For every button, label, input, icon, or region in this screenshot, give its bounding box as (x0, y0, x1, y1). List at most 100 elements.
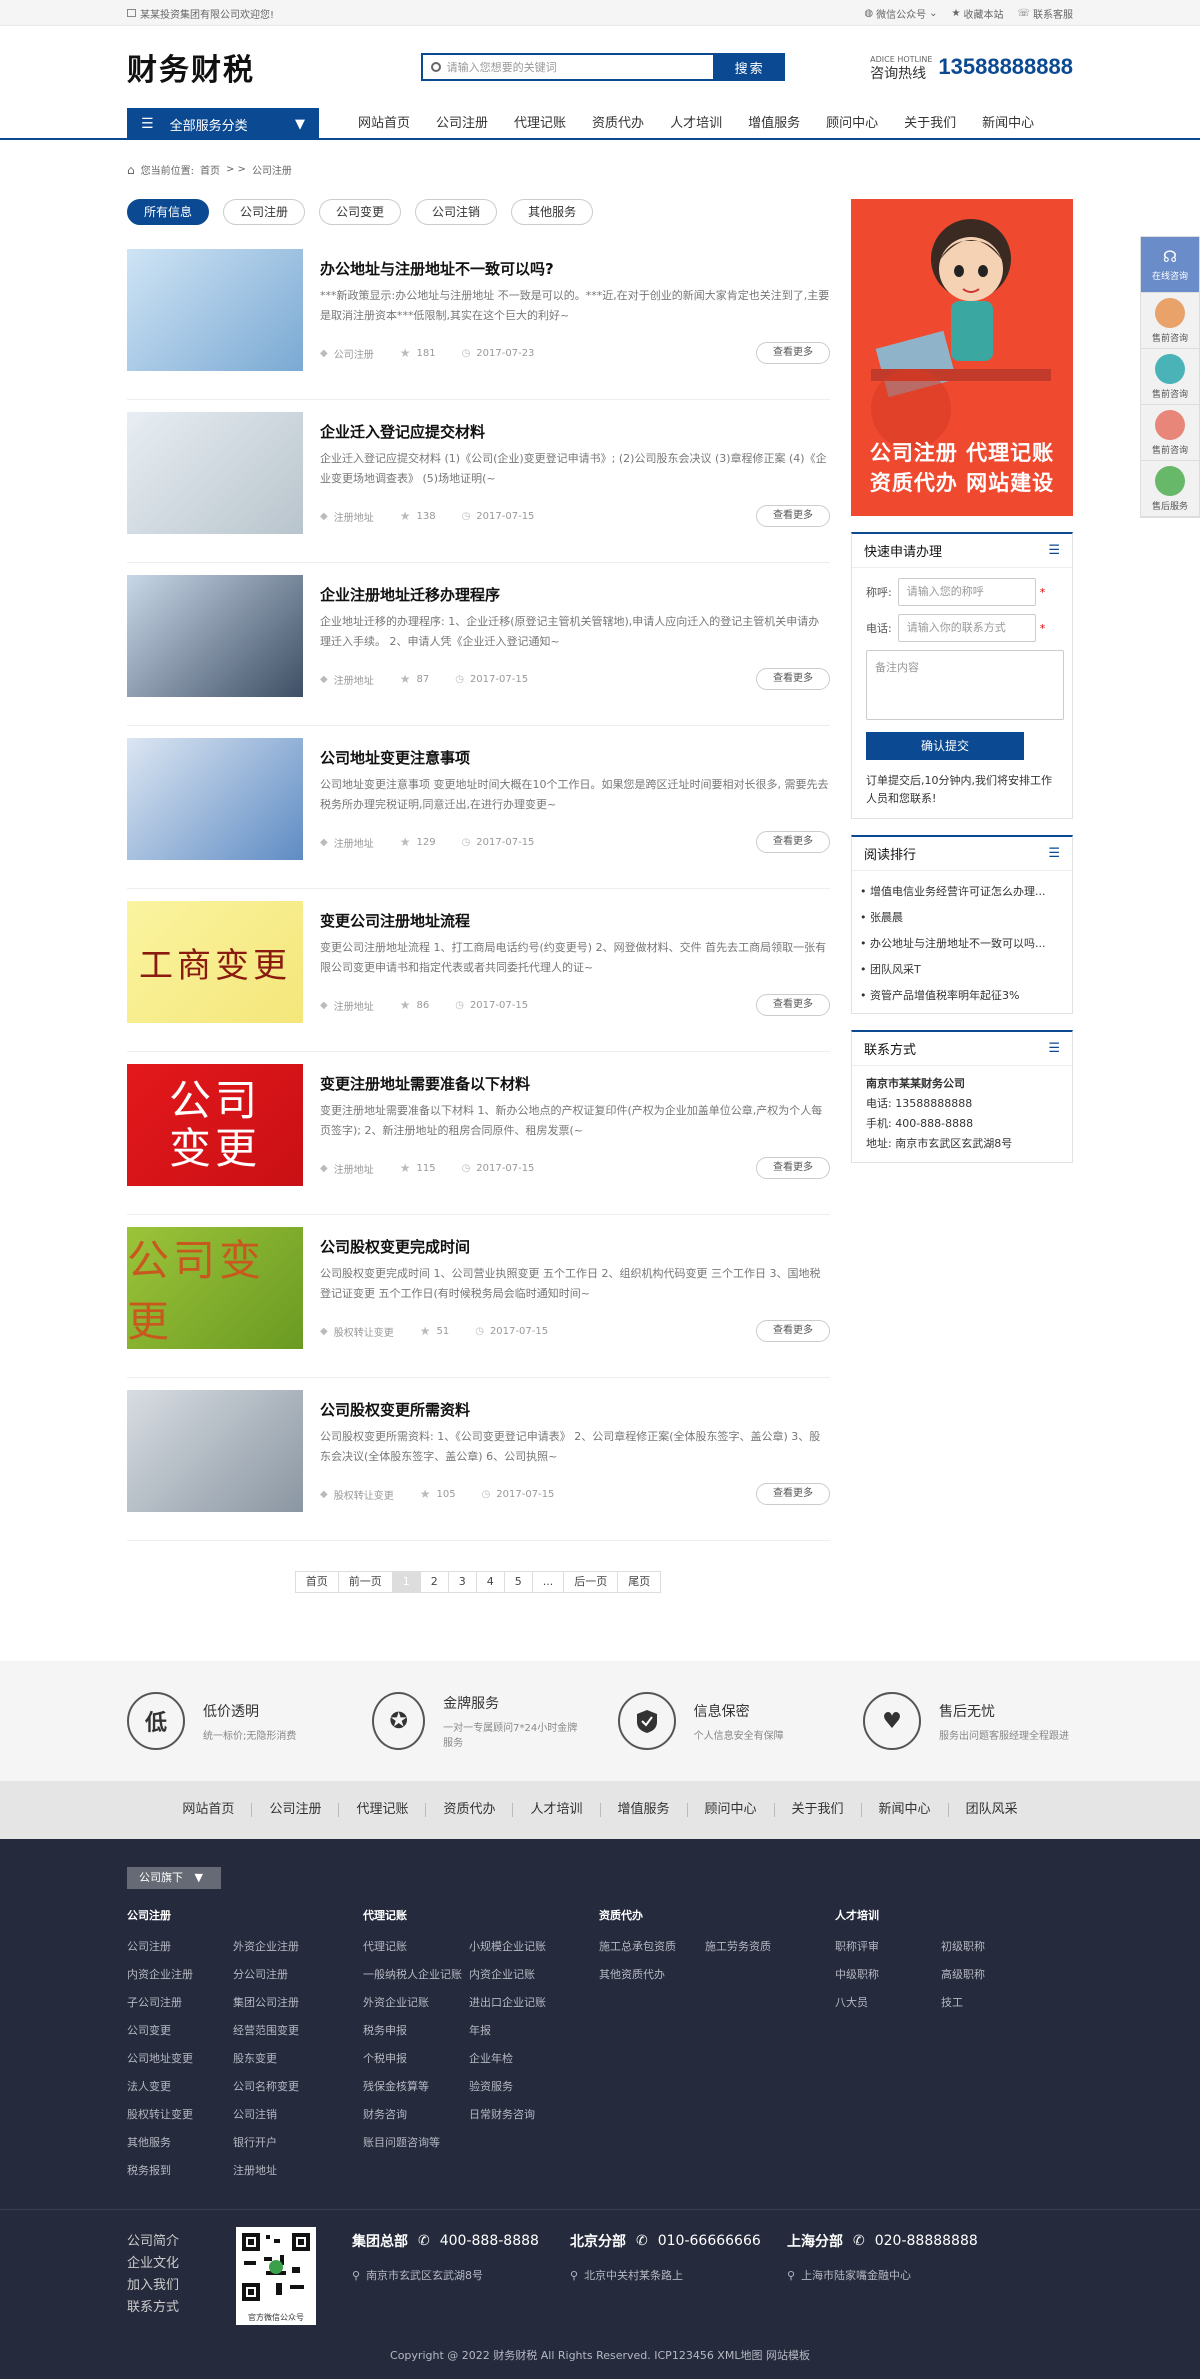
footer-column-link[interactable]: 个税申报 (363, 2045, 469, 2073)
filter-cancel[interactable]: 公司注销 (415, 199, 498, 225)
article-thumbnail[interactable] (127, 738, 303, 860)
article-item[interactable]: 公司股权变更所需资料 公司股权变更所需资料: 1、《公司变更登记申请表》 2、公… (127, 1378, 830, 1541)
article-item[interactable]: 企业迁入登记应提交材料 企业迁入登记应提交材料 (1)《公司(企业)变更登记申请… (127, 400, 830, 563)
nav-item-consultant[interactable]: 顾问中心 (813, 108, 891, 140)
nav-item-qualification[interactable]: 资质代办 (579, 108, 657, 140)
view-more-button[interactable]: 查看更多 (756, 1483, 830, 1505)
footer-link[interactable]: 企业文化 (127, 2253, 179, 2275)
view-more-button[interactable]: 查看更多 (756, 505, 830, 527)
footer-column-link[interactable]: 公司名称变更 (233, 2073, 339, 2101)
page-2[interactable]: 2 (419, 1571, 449, 1593)
page-next[interactable]: 后一页 (563, 1571, 619, 1593)
filter-all[interactable]: 所有信息 (127, 199, 210, 225)
footer-column-link[interactable]: 公司注册 (127, 1933, 233, 1961)
article-thumbnail[interactable] (127, 1390, 303, 1512)
footer-column-link[interactable]: 中级职称 (835, 1961, 941, 1989)
submit-button[interactable]: 确认提交 (866, 732, 1024, 760)
page-5[interactable]: 5 (503, 1571, 533, 1593)
logo[interactable]: 财务财税 (127, 45, 255, 89)
group-dropdown[interactable]: 公司旗下 ▼ (127, 1867, 221, 1889)
rank-item[interactable]: • 张晨晨 (860, 905, 1064, 931)
article-category[interactable]: ◆ 注册地址 (320, 509, 374, 524)
footer-column-link[interactable]: 分公司注册 (233, 1961, 339, 1989)
article-title[interactable]: 办公地址与注册地址不一致可以吗? (320, 258, 830, 279)
aftersale-button[interactable]: 售后服务 (1141, 461, 1199, 517)
footer-nav-item[interactable]: 增值服务 (601, 1803, 688, 1817)
footer-link[interactable]: 加入我们 (127, 2275, 179, 2297)
rank-item[interactable]: • 团队风采T (860, 957, 1064, 983)
footer-column-link[interactable]: 公司地址变更 (127, 2045, 233, 2073)
nav-item-value-added[interactable]: 增值服务 (735, 108, 813, 140)
online-consult-button[interactable]: ☊ 在线咨询 (1141, 237, 1199, 293)
article-category[interactable]: ◆ 公司注册 (320, 346, 374, 361)
article-thumbnail[interactable]: 公司变更 (127, 1064, 303, 1186)
footer-column-link[interactable]: 外资企业注册 (233, 1933, 339, 1961)
footer-column-link[interactable]: 经营范围变更 (233, 2017, 339, 2045)
footer-nav-item[interactable]: 顾问中心 (688, 1803, 775, 1817)
footer-column-link[interactable]: 验资服务 (469, 2073, 575, 2101)
footer-column-link[interactable]: 集团公司注册 (233, 1989, 339, 2017)
page-last[interactable]: 尾页 (617, 1571, 662, 1593)
favorite-link[interactable]: ★ 收藏本站 (952, 6, 1004, 21)
nav-item-training[interactable]: 人才培训 (657, 108, 735, 140)
footer-link[interactable]: 公司简介 (127, 2231, 179, 2253)
footer-column-link[interactable]: 内资企业记账 (469, 1961, 575, 1989)
nav-item-news[interactable]: 新闻中心 (969, 108, 1047, 140)
view-more-button[interactable]: 查看更多 (756, 994, 830, 1016)
footer-column-link[interactable]: 职称评审 (835, 1933, 941, 1961)
search-button[interactable]: 搜索 (714, 53, 785, 81)
footer-column-link[interactable]: 股权转让变更 (127, 2101, 233, 2129)
article-thumbnail[interactable]: 公司变更 (127, 1227, 303, 1349)
article-category[interactable]: ◆ 注册地址 (320, 835, 374, 850)
page-3[interactable]: 3 (447, 1571, 477, 1593)
phone-input[interactable]: 请输入你的联系方式 (897, 614, 1036, 642)
rank-item[interactable]: • 办公地址与注册地址不一致可以吗... (860, 931, 1064, 957)
footer-nav-item[interactable]: 网站首页 (165, 1803, 253, 1817)
service-link[interactable]: ☏ 联系客服 (1017, 6, 1073, 21)
breadcrumb-current[interactable]: 公司注册 (252, 162, 292, 177)
footer-column-link[interactable]: 法人变更 (127, 2073, 233, 2101)
rank-item[interactable]: • 资管产品增值税率明年起征3% (860, 983, 1064, 1009)
footer-column-link[interactable]: 注册地址 (233, 2157, 339, 2185)
footer-column-link[interactable]: 年报 (469, 2017, 575, 2045)
footer-link[interactable]: 联系方式 (127, 2297, 179, 2319)
footer-nav-item[interactable]: 代理记账 (339, 1803, 427, 1817)
footer-nav-item[interactable]: 资质代办 (426, 1803, 514, 1817)
footer-column-link[interactable]: 其他服务 (127, 2129, 233, 2157)
filter-change[interactable]: 公司变更 (319, 199, 402, 225)
article-item[interactable]: 公司变更 公司股权变更完成时间 公司股权变更完成时间 1、公司营业执照变更 五个… (127, 1215, 830, 1378)
view-more-button[interactable]: 查看更多 (756, 668, 830, 690)
article-item[interactable]: 工商变更 变更公司注册地址流程 变更公司注册地址流程 1、打工商局电话约号(约变… (127, 889, 830, 1052)
footer-column-link[interactable]: 日常财务咨询 (469, 2101, 575, 2129)
breadcrumb-home[interactable]: 首页 (200, 162, 220, 177)
presale-consult-button[interactable]: 售前咨询 (1141, 293, 1199, 349)
article-item[interactable]: 公司地址变更注意事项 公司地址变更注意事项 变更地址时间大概在10个工作日。如果… (127, 726, 830, 889)
article-title[interactable]: 企业迁入登记应提交材料 (320, 421, 830, 442)
footer-column-link[interactable]: 税务报到 (127, 2157, 233, 2185)
footer-nav-item[interactable]: 公司注册 (252, 1803, 340, 1817)
footer-nav-item[interactable]: 团队风采 (949, 1803, 1035, 1817)
article-item[interactable]: 办公地址与注册地址不一致可以吗? ***新政策显示:办公地址与注册地址 不一致是… (127, 237, 830, 400)
search-input[interactable]: 请输入您想要的关键词 (420, 53, 715, 81)
article-category[interactable]: ◆ 股权转让变更 (320, 1487, 394, 1502)
article-thumbnail[interactable]: 工商变更 (127, 901, 303, 1023)
footer-column-link[interactable]: 子公司注册 (127, 1989, 233, 2017)
article-title[interactable]: 变更注册地址需要准备以下材料 (320, 1073, 830, 1094)
page-4[interactable]: 4 (475, 1571, 505, 1593)
view-more-button[interactable]: 查看更多 (756, 1157, 830, 1179)
article-category[interactable]: ◆ 股权转让变更 (320, 1324, 394, 1339)
presale-consult-button[interactable]: 售前咨询 (1141, 349, 1199, 405)
page-first[interactable]: 首页 (294, 1571, 339, 1593)
rank-item[interactable]: • 增值电信业务经营许可证怎么办理... (860, 879, 1064, 905)
article-category[interactable]: ◆ 注册地址 (320, 998, 374, 1013)
article-thumbnail[interactable] (127, 575, 303, 697)
article-item[interactable]: 公司变更 变更注册地址需要准备以下材料 变更注册地址需要准备以下材料 1、新办公… (127, 1052, 830, 1215)
note-textarea[interactable]: 备注内容 (866, 650, 1064, 720)
footer-column-link[interactable]: 施工劳务资质 (705, 1933, 811, 1961)
footer-column-link[interactable]: 股东变更 (233, 2045, 339, 2073)
footer-column-link[interactable]: 代理记账 (363, 1933, 469, 1961)
article-item[interactable]: 企业注册地址迁移办理程序 企业地址迁移的办理程序: 1、企业迁移(原登记主管机关… (127, 563, 830, 726)
name-input[interactable]: 请输入您的称呼 (897, 578, 1036, 606)
all-categories-button[interactable]: ☰ 全部服务分类 ▼ (127, 108, 319, 140)
article-category[interactable]: ◆ 注册地址 (320, 672, 374, 687)
